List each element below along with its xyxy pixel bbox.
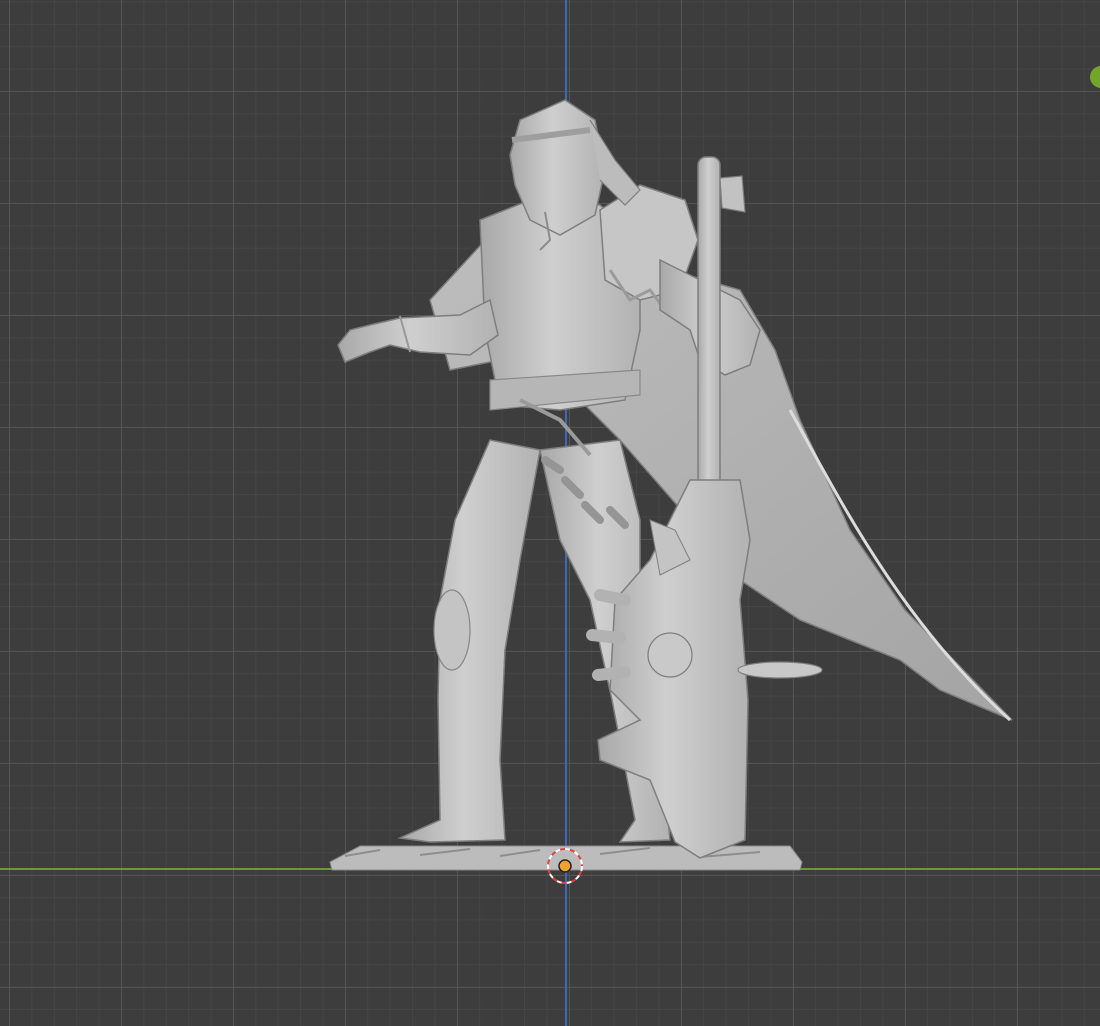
3d-viewport[interactable] (0, 0, 1100, 1026)
model-left-arm (337, 298, 499, 363)
3d-cursor-icon[interactable] (545, 846, 585, 886)
